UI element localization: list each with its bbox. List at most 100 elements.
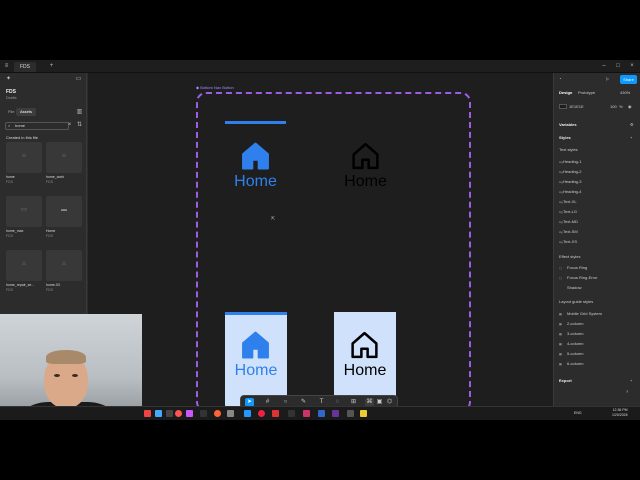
frame-label[interactable]: ◆ Bottom Nav Button [196,85,234,90]
frame-tool-icon[interactable]: # [263,398,272,406]
app-icon[interactable] [155,410,162,417]
zoom-level[interactable]: 430% [620,90,630,95]
actions-tool-icon[interactable]: ⊞ [349,398,358,406]
filter-icon[interactable]: ⇅ [76,122,83,129]
layout-style-item[interactable]: Mobile Grid System [567,311,602,316]
move-tool-icon[interactable]: ➤ [245,398,254,406]
eye-icon[interactable]: ◉ [628,104,632,109]
panel-toggle-icon[interactable]: ▭ [75,76,82,83]
app-icon[interactable] [288,410,295,417]
add-export-icon[interactable]: + [630,378,632,383]
layout-style-item[interactable]: 4-column [567,341,583,346]
variables-settings-icon[interactable]: ⚙ [630,122,634,127]
text-style-item[interactable]: Text-LG [563,209,577,214]
add-style-icon[interactable]: + [630,135,632,140]
text-style-item[interactable]: Text-MD [563,219,578,224]
home-outline-icon[interactable] [350,141,381,171]
app-icon[interactable] [360,410,367,417]
figma-menu-icon[interactable]: ≡ [3,63,10,70]
home-icon[interactable] [240,141,271,171]
fill-hex-input[interactable]: 1E1E1E [569,104,584,109]
app-icon[interactable] [258,410,265,417]
tab-design[interactable]: Design [559,90,572,95]
shape-tool-icon[interactable]: ○ [281,398,290,406]
app-icon[interactable] [318,410,325,417]
app-icon[interactable] [347,410,354,417]
share-button[interactable]: Share [620,75,637,84]
app-icon[interactable] [227,410,234,417]
text-style-icon: Ag [559,170,563,174]
clear-search-icon[interactable]: × [66,122,73,129]
asset-thumb-home-work[interactable]: ⌂ [46,142,82,173]
layout-grid-icon: ▦ [559,352,562,356]
new-tab-icon[interactable]: + [48,63,55,70]
variables-heading: Variables [559,122,577,127]
clock[interactable]: 12:36 PM 1/20/2026 [612,408,628,418]
app-icon[interactable] [272,410,279,417]
text-style-item[interactable]: Heading-4 [563,189,581,194]
asset-lib: FDS [46,288,53,292]
effect-style-item[interactable]: Focus Ring [567,265,587,270]
asset-thumb-home[interactable]: ⌂ [6,142,42,173]
app-icon[interactable] [200,410,207,417]
text-style-item[interactable]: Heading-3 [563,179,581,184]
layout-style-item[interactable]: 3-column [567,331,583,336]
design-canvas[interactable]: ◆ Bottom Nav Button Home Home ⇱ Home Hom… [88,73,553,406]
pen-tool-icon[interactable]: ✎ [299,398,308,406]
tab-label: FDS [20,64,30,70]
input-language[interactable]: ENG [574,411,582,415]
asset-thumb-home-03[interactable]: ⌂ [46,250,82,281]
fill-swatch[interactable] [559,104,567,109]
text-style-icon: Ag [559,200,563,204]
help-icon[interactable]: ? [626,389,628,394]
layout-style-item[interactable]: 2-column [567,321,583,326]
app-icon[interactable] [166,410,173,417]
active-indicator-bar [225,121,286,124]
tab-prototype[interactable]: Prototype [578,90,595,95]
tab-fds[interactable]: FDS [14,62,36,72]
eye [54,374,60,377]
app-icon[interactable] [186,410,193,417]
person-hair [46,350,86,364]
minimize-icon[interactable]: – [600,62,608,70]
main-menu-icon[interactable]: ✦ [5,76,12,83]
avatar[interactable]: ◔ [559,76,561,81]
nav-label: Home [344,173,387,190]
library-icon[interactable]: ▥ [76,109,83,116]
text-style-item[interactable]: Text-XL [563,199,577,204]
text-tool-icon[interactable]: T [317,398,326,406]
close-icon[interactable]: × [628,62,636,70]
app-icon[interactable] [244,410,251,417]
text-style-item[interactable]: Heading-2 [563,169,581,174]
comment-tool-icon[interactable]: ◌ [333,398,342,406]
design-mode-icon[interactable]: ⌘ [365,398,374,406]
dev-mode-icon[interactable]: ▣ [375,398,384,406]
app-icon[interactable] [332,410,339,417]
app-icon[interactable] [175,410,182,417]
effect-style-item[interactable]: Focus Ring-Error [567,275,597,280]
layout-style-item[interactable]: 5-column [567,351,583,356]
text-style-item[interactable]: Heading-1 [563,159,581,164]
code-mode-icon[interactable]: ⌬ [385,398,394,406]
layout-style-item[interactable]: 6-column [567,361,583,366]
asset-search-input[interactable]: ⌕ home [5,122,69,130]
text-style-icon: Ag [559,240,563,244]
app-icon[interactable] [214,410,221,417]
tab-assets[interactable]: Assets [16,108,37,116]
asset-thumb-home-repair[interactable]: ⌂ [6,250,42,281]
text-style-icon: Ag [559,160,563,164]
app-icon[interactable] [144,410,151,417]
right-panel: ◔ ▷ Share Design Prototype 430% 1E1E1E 1… [553,73,640,406]
app-icon[interactable] [303,410,310,417]
text-style-item[interactable]: Text-XS [563,239,577,244]
present-icon[interactable]: ▷ [606,76,609,81]
fill-opacity-input[interactable]: 100 [610,104,617,109]
text-style-item[interactable]: Text-SM [563,229,578,234]
maximize-icon[interactable]: □ [614,62,622,70]
asset-lib: FDS [46,180,53,184]
text-style-icon: Ag [559,220,563,224]
asset-thumb-home-max[interactable]: ▭ [6,196,42,227]
section-created-in-file[interactable]: Created in this file [6,135,38,140]
effect-style-item[interactable]: Shadow [567,285,581,290]
asset-thumb-home-text[interactable]: ▬ [46,196,82,227]
